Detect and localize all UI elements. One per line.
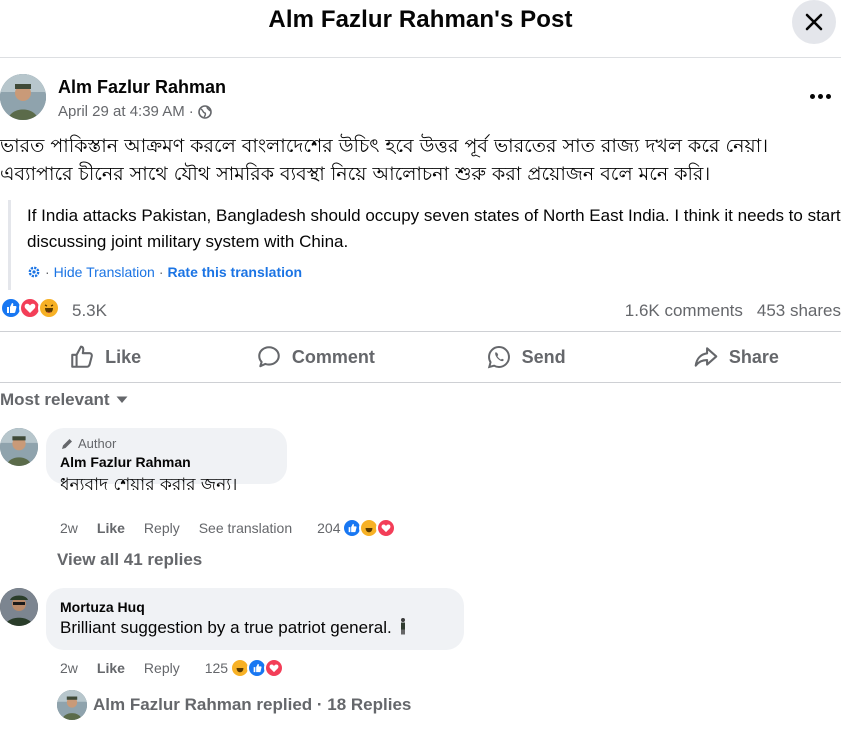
view-replies-link[interactable]: View all 41 replies xyxy=(57,550,202,570)
post-action-bar: Like Comment Send Share xyxy=(0,331,841,383)
comment-like-button[interactable]: Like xyxy=(97,520,125,536)
more-dot-icon xyxy=(825,93,831,99)
love-reaction-icon xyxy=(264,658,285,678)
share-label: Share xyxy=(728,346,779,367)
post-meta: April 29 at 4:39 AM · xyxy=(58,103,212,120)
share-button[interactable]: Share xyxy=(631,332,841,382)
comment-time[interactable]: 2w xyxy=(60,660,78,676)
translation-block: If India attacks Pakistan, Bangladesh sh… xyxy=(8,200,841,290)
comment-icon xyxy=(258,346,280,368)
post-author-name[interactable]: Alm Fazlur Rahman xyxy=(58,77,226,98)
translation-text: If India attacks Pakistan, Bangladesh sh… xyxy=(27,206,841,251)
send-button[interactable]: Send xyxy=(421,332,631,382)
comment-text: Brilliant suggestion by a true patriot g… xyxy=(60,617,450,638)
comment-text: ধন্যবাদ শেয়ার করার জন্য। xyxy=(60,475,238,495)
globe-icon xyxy=(197,104,212,119)
translation-links: · Hide Translation · Rate this translati… xyxy=(27,264,302,280)
comment-button[interactable]: Comment xyxy=(210,332,420,382)
author-badge-label: Author xyxy=(78,436,117,451)
commenter-name[interactable]: Mortuza Huq xyxy=(60,599,450,615)
author-badge: Author xyxy=(60,436,273,451)
like-button[interactable]: Like xyxy=(0,332,210,382)
love-reaction-icon xyxy=(376,518,397,538)
commenter-avatar[interactable] xyxy=(0,428,38,466)
hide-translation-link[interactable]: Hide Translation xyxy=(54,264,155,280)
comment-bubble: Mortuza Huq Brilliant suggestion by a tr… xyxy=(46,588,464,650)
comment-time[interactable]: 2w xyxy=(60,520,78,536)
close-icon xyxy=(805,13,823,31)
reaction-count[interactable]: 5.3K xyxy=(72,301,107,321)
comment-actions: 2w Like Reply 125 xyxy=(60,658,285,678)
pencil-icon xyxy=(62,438,72,449)
engagement-stats: 1.6K comments 453 shares xyxy=(625,301,841,321)
post-date[interactable]: April 29 at 4:39 AM xyxy=(58,103,185,120)
comment-reply-button[interactable]: Reply xyxy=(144,520,180,536)
meta-separator: · xyxy=(188,103,194,120)
post-body: ভারত পাকিস্তান আক্রমণ করলে বাংলাদেশের উচ… xyxy=(0,132,841,188)
gear-icon xyxy=(28,266,40,278)
comment-label: Comment xyxy=(291,346,375,367)
post-text-line: ভারত পাকিস্তান আক্রমণ করলে বাংলাদেশের উচ… xyxy=(0,135,769,157)
post-header: Alm Fazlur Rahman April 29 at 4:39 AM · xyxy=(0,72,841,126)
thumbs-up-icon xyxy=(71,345,93,368)
replies-summary-text: Alm Fazlur Rahman replied · 18 Replies xyxy=(93,695,412,714)
link-separator: · xyxy=(158,264,164,280)
comment-reaction-count[interactable]: 204 xyxy=(317,520,340,536)
replies-summary-link[interactable]: Alm Fazlur Rahman replied · 18 Replies xyxy=(57,690,411,720)
share-icon xyxy=(694,347,718,367)
reply-author-avatar xyxy=(57,690,87,720)
comment-reaction-count[interactable]: 125 xyxy=(205,660,228,676)
more-options-button[interactable] xyxy=(806,86,834,106)
like-label: Like xyxy=(105,346,142,367)
sort-label: Most relevant xyxy=(0,390,110,409)
comment-bubble: Author Alm Fazlur Rahman ধন্যবাদ শেয়ার … xyxy=(46,428,287,495)
author-avatar[interactable] xyxy=(0,74,46,120)
comment-text-body: Brilliant suggestion by a true patriot g… xyxy=(60,618,392,637)
see-translation-link[interactable]: See translation xyxy=(199,520,292,536)
post-stats: 5.3K 1.6K comments 453 shares xyxy=(0,297,841,325)
rate-translation-link[interactable]: Rate this translation xyxy=(168,264,303,280)
commenter-name[interactable]: Alm Fazlur Rahman xyxy=(60,454,273,470)
salute-figure-icon xyxy=(401,618,406,635)
whatsapp-icon xyxy=(487,346,510,369)
reaction-icons[interactable] xyxy=(0,297,60,319)
haha-reaction-icon xyxy=(38,297,60,319)
more-dot-icon xyxy=(809,93,815,99)
comment-sort-dropdown[interactable]: Most relevant xyxy=(0,390,128,410)
share-count[interactable]: 453 shares xyxy=(757,301,841,321)
comment-count[interactable]: 1.6K comments xyxy=(625,301,743,321)
dialog-header: Alm Fazlur Rahman's Post xyxy=(0,0,841,58)
link-separator: · xyxy=(45,264,50,280)
comment-like-button[interactable]: Like xyxy=(97,660,125,676)
caret-down-icon xyxy=(116,396,128,403)
send-label: Send xyxy=(521,346,566,367)
post-text-line: এব্যাপারে চীনের সাথে যৌথ সামরিক ব্যবস্থা… xyxy=(0,163,711,185)
comment-reply-button[interactable]: Reply xyxy=(144,660,180,676)
more-dot-icon xyxy=(817,93,823,99)
close-button[interactable] xyxy=(792,0,836,44)
dialog-title: Alm Fazlur Rahman's Post xyxy=(268,6,573,33)
commenter-avatar[interactable] xyxy=(0,588,38,626)
comment-actions: 2w Like Reply See translation 204 xyxy=(60,518,397,538)
